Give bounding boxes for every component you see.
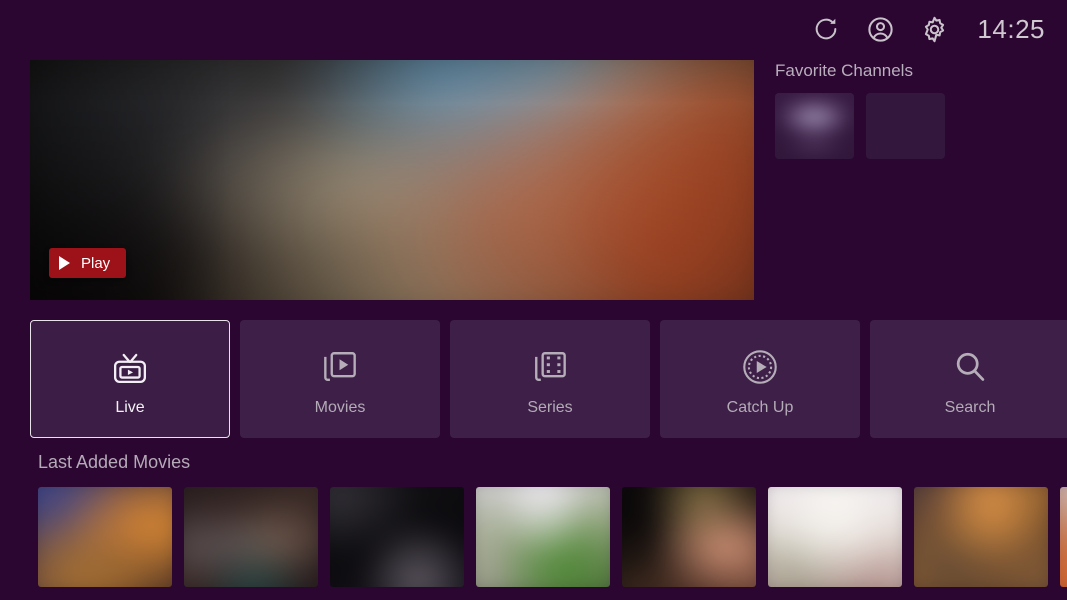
movie-poster[interactable] <box>184 487 318 587</box>
gear-icon[interactable] <box>915 10 953 48</box>
search-icon <box>946 343 994 391</box>
film-strip-icon <box>526 343 574 391</box>
movie-poster[interactable] <box>914 487 1048 587</box>
play-button[interactable]: Play <box>49 248 127 278</box>
poster-artwork <box>38 487 172 587</box>
movies-stack-icon <box>316 343 364 391</box>
main-navigation: Live Movies Series Catch Up Search <box>30 320 1067 438</box>
movie-poster[interactable] <box>38 487 172 587</box>
movie-poster[interactable] <box>476 487 610 587</box>
nav-tile-movies[interactable]: Movies <box>240 320 440 438</box>
poster-artwork <box>914 487 1048 587</box>
top-bar: 14:25 <box>0 0 1067 58</box>
poster-artwork <box>768 487 902 587</box>
movie-poster[interactable] <box>622 487 756 587</box>
favorite-channel-tile[interactable] <box>866 93 945 159</box>
last-added-movies-list <box>38 487 1067 587</box>
favorite-channel-tile[interactable] <box>775 93 854 159</box>
poster-artwork <box>476 487 610 587</box>
nav-tile-search[interactable]: Search <box>870 320 1067 438</box>
play-triangle-icon <box>59 256 70 270</box>
live-tv-icon <box>106 343 154 391</box>
movie-poster[interactable] <box>330 487 464 587</box>
clock: 14:25 <box>977 14 1045 44</box>
hero-banner[interactable]: Play <box>30 60 754 300</box>
catch-up-icon <box>736 343 784 391</box>
tv-launcher-screen: 14:25 Play Favorite Channels Live Movies… <box>0 0 1067 600</box>
last-added-movies-title: Last Added Movies <box>38 452 191 472</box>
nav-tile-label: Series <box>527 398 573 416</box>
nav-tile-catch-up[interactable]: Catch Up <box>660 320 860 438</box>
poster-artwork <box>622 487 756 587</box>
nav-tile-label: Search <box>944 398 996 416</box>
refresh-icon[interactable] <box>807 10 845 48</box>
play-button-label: Play <box>81 254 111 272</box>
poster-artwork <box>330 487 464 587</box>
favorite-channels-list <box>775 93 1055 159</box>
nav-tile-live[interactable]: Live <box>30 320 230 438</box>
poster-artwork <box>1060 487 1067 587</box>
account-icon[interactable] <box>861 10 899 48</box>
movie-poster[interactable] <box>1060 487 1067 587</box>
nav-tile-label: Catch Up <box>726 398 794 416</box>
favorite-channels-section: Favorite Channels <box>775 62 1055 159</box>
nav-tile-series[interactable]: Series <box>450 320 650 438</box>
nav-tile-label: Movies <box>314 398 366 416</box>
hero-overlay <box>30 60 754 300</box>
nav-tile-label: Live <box>115 398 145 416</box>
channel-logo <box>866 93 945 159</box>
channel-logo <box>775 93 854 159</box>
poster-artwork <box>184 487 318 587</box>
movie-poster[interactable] <box>768 487 902 587</box>
favorite-channels-title: Favorite Channels <box>775 61 913 80</box>
